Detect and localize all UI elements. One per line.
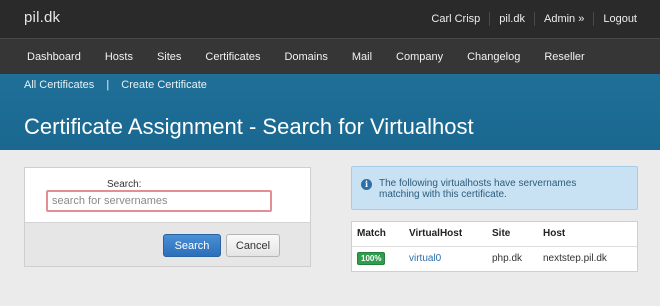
nav-item-mail[interactable]: Mail bbox=[340, 51, 384, 63]
user-links: Carl Crisp pil.dk Admin » Logout bbox=[422, 0, 646, 38]
search-form-body: Search: bbox=[25, 168, 310, 222]
search-button[interactable]: Search bbox=[163, 234, 221, 257]
company-link[interactable]: pil.dk bbox=[489, 12, 534, 26]
subnav-separator: | bbox=[106, 79, 110, 91]
page-header: All Certificates | Create Certificate Ce… bbox=[0, 74, 660, 150]
logout-link[interactable]: Logout bbox=[593, 12, 646, 26]
brand-logo[interactable]: pil.dk bbox=[24, 9, 60, 26]
top-bar: pil.dk Carl Crisp pil.dk Admin » Logout bbox=[0, 0, 660, 38]
admin-menu-link[interactable]: Admin » bbox=[533, 12, 593, 26]
nav-item-sites[interactable]: Sites bbox=[145, 51, 193, 63]
search-input[interactable] bbox=[46, 190, 272, 212]
column-header-host: Host bbox=[538, 222, 637, 247]
nav-item-domains[interactable]: Domains bbox=[272, 51, 339, 63]
main-nav: Dashboard Hosts Sites Certificates Domai… bbox=[0, 38, 660, 74]
column-header-match: Match bbox=[352, 222, 404, 247]
nav-item-certificates[interactable]: Certificates bbox=[193, 51, 272, 63]
match-cell: 100% bbox=[352, 246, 404, 271]
column-header-virtualhost: VirtualHost bbox=[404, 222, 487, 247]
match-badge: 100% bbox=[357, 252, 386, 266]
sub-nav: All Certificates | Create Certificate bbox=[24, 79, 207, 91]
results-table-panel: Match VirtualHost Site Host 100% virtual… bbox=[351, 221, 638, 272]
table-row: 100% virtual0 php.dk nextstep.pil.dk bbox=[352, 246, 637, 271]
virtualhost-cell: virtual0 bbox=[404, 246, 487, 271]
host-cell: nextstep.pil.dk bbox=[543, 253, 607, 265]
table-header-row: Match VirtualHost Site Host bbox=[352, 222, 637, 247]
info-alert: i The following virtualhosts have server… bbox=[351, 166, 638, 210]
site-cell: php.dk bbox=[492, 253, 523, 265]
nav-item-reseller[interactable]: Reseller bbox=[532, 51, 596, 63]
search-panel: Search: Search Cancel bbox=[24, 167, 311, 267]
nav-item-company[interactable]: Company bbox=[384, 51, 455, 63]
column-header-site: Site bbox=[487, 222, 538, 247]
virtualhost-link[interactable]: virtual0 bbox=[409, 253, 441, 264]
cancel-button[interactable]: Cancel bbox=[226, 234, 280, 257]
info-icon: i bbox=[361, 179, 372, 190]
alert-text: The following virtualhosts have serverna… bbox=[379, 178, 577, 200]
user-name-link[interactable]: Carl Crisp bbox=[422, 12, 489, 26]
all-certificates-link[interactable]: All Certificates bbox=[24, 79, 94, 91]
nav-item-dashboard[interactable]: Dashboard bbox=[15, 51, 93, 63]
search-form-footer: Search Cancel bbox=[25, 222, 310, 266]
nav-item-hosts[interactable]: Hosts bbox=[93, 51, 145, 63]
results-table: Match VirtualHost Site Host 100% virtual… bbox=[352, 222, 637, 271]
search-label: Search: bbox=[107, 179, 142, 190]
page-title: Certificate Assignment - Search for Virt… bbox=[24, 114, 474, 139]
nav-item-changelog[interactable]: Changelog bbox=[455, 51, 532, 63]
create-certificate-link[interactable]: Create Certificate bbox=[121, 79, 207, 91]
